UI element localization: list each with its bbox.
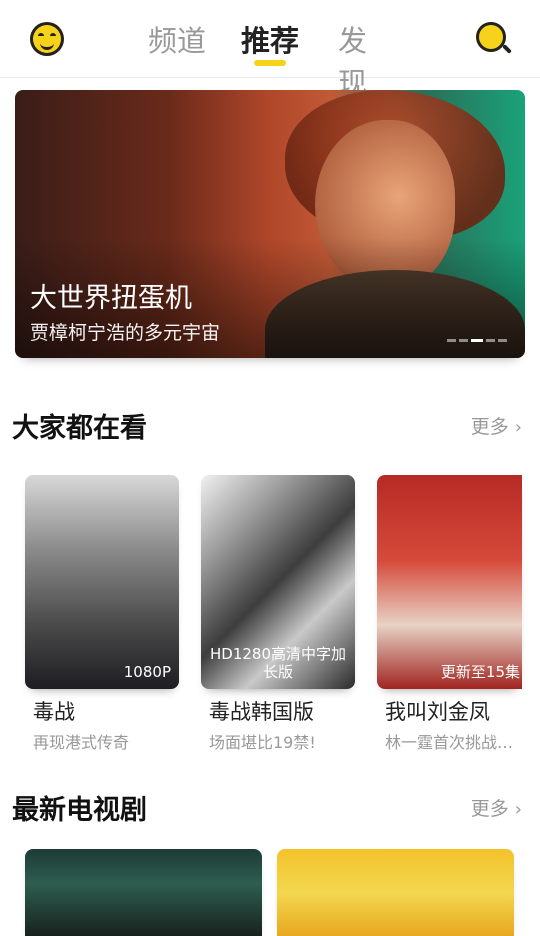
tv-poster-card-1[interactable]	[25, 849, 262, 936]
poster-card-1[interactable]: 1080P	[25, 475, 179, 689]
active-tab-indicator	[254, 60, 286, 66]
card-subtitle: 林一霆首次挑战…	[385, 733, 514, 752]
card-title[interactable]: 毒战韩国版	[209, 696, 314, 726]
carousel-dots	[444, 330, 507, 342]
tab-recommend[interactable]: 推荐	[241, 18, 299, 60]
top-bar: 频道 推荐 发现	[0, 0, 540, 100]
search-icon[interactable]	[476, 22, 506, 52]
carousel-dot[interactable]	[498, 339, 507, 342]
profile-avatar-icon[interactable]	[30, 22, 64, 56]
card-subtitle: 再现港式传奇	[33, 733, 130, 752]
avatar-eye	[38, 33, 44, 40]
poster-card-2[interactable]: HD1280高清中字加长版	[201, 475, 355, 689]
carousel-dot[interactable]	[486, 339, 495, 342]
tv-poster-card-2[interactable]	[277, 849, 514, 936]
more-link-popular[interactable]: 更多 ›	[471, 412, 522, 439]
poster-badge: HD1280高清中字加长版	[209, 645, 346, 681]
avatar-eye	[50, 33, 56, 40]
hero-banner[interactable]: 大世界扭蛋机 贾樟柯宁浩的多元宇宙	[15, 90, 525, 358]
card-subtitle: 场面堪比19禁!	[209, 733, 316, 752]
more-label: 更多	[470, 416, 509, 438]
more-link-tv[interactable]: 更多 ›	[471, 794, 522, 821]
poster-art	[65, 575, 135, 625]
carousel-dot[interactable]	[447, 339, 456, 342]
chevron-right-icon: ›	[514, 417, 522, 438]
chevron-right-icon: ›	[514, 799, 522, 820]
poster-card-3[interactable]: 更新至15集	[377, 475, 522, 689]
section-title-popular: 大家都在看	[12, 413, 147, 444]
banner-subtitle: 贾樟柯宁浩的多元宇宙	[30, 322, 221, 344]
banner-title: 大世界扭蛋机	[30, 283, 192, 314]
carousel-dot[interactable]	[459, 339, 468, 342]
avatar-mouth	[40, 40, 54, 50]
card-title[interactable]: 毒战	[33, 696, 75, 726]
carousel-dot-active[interactable]	[471, 339, 483, 342]
tab-bar: 频道 推荐 发现	[148, 16, 388, 100]
poster-badge: 更新至15集	[440, 663, 520, 681]
more-label: 更多	[470, 798, 509, 820]
poster-badge: 1080P	[123, 663, 171, 681]
tab-channels[interactable]: 频道	[148, 18, 206, 60]
card-title[interactable]: 我叫刘金凤	[385, 696, 490, 726]
section-title-tv: 最新电视剧	[12, 795, 147, 826]
